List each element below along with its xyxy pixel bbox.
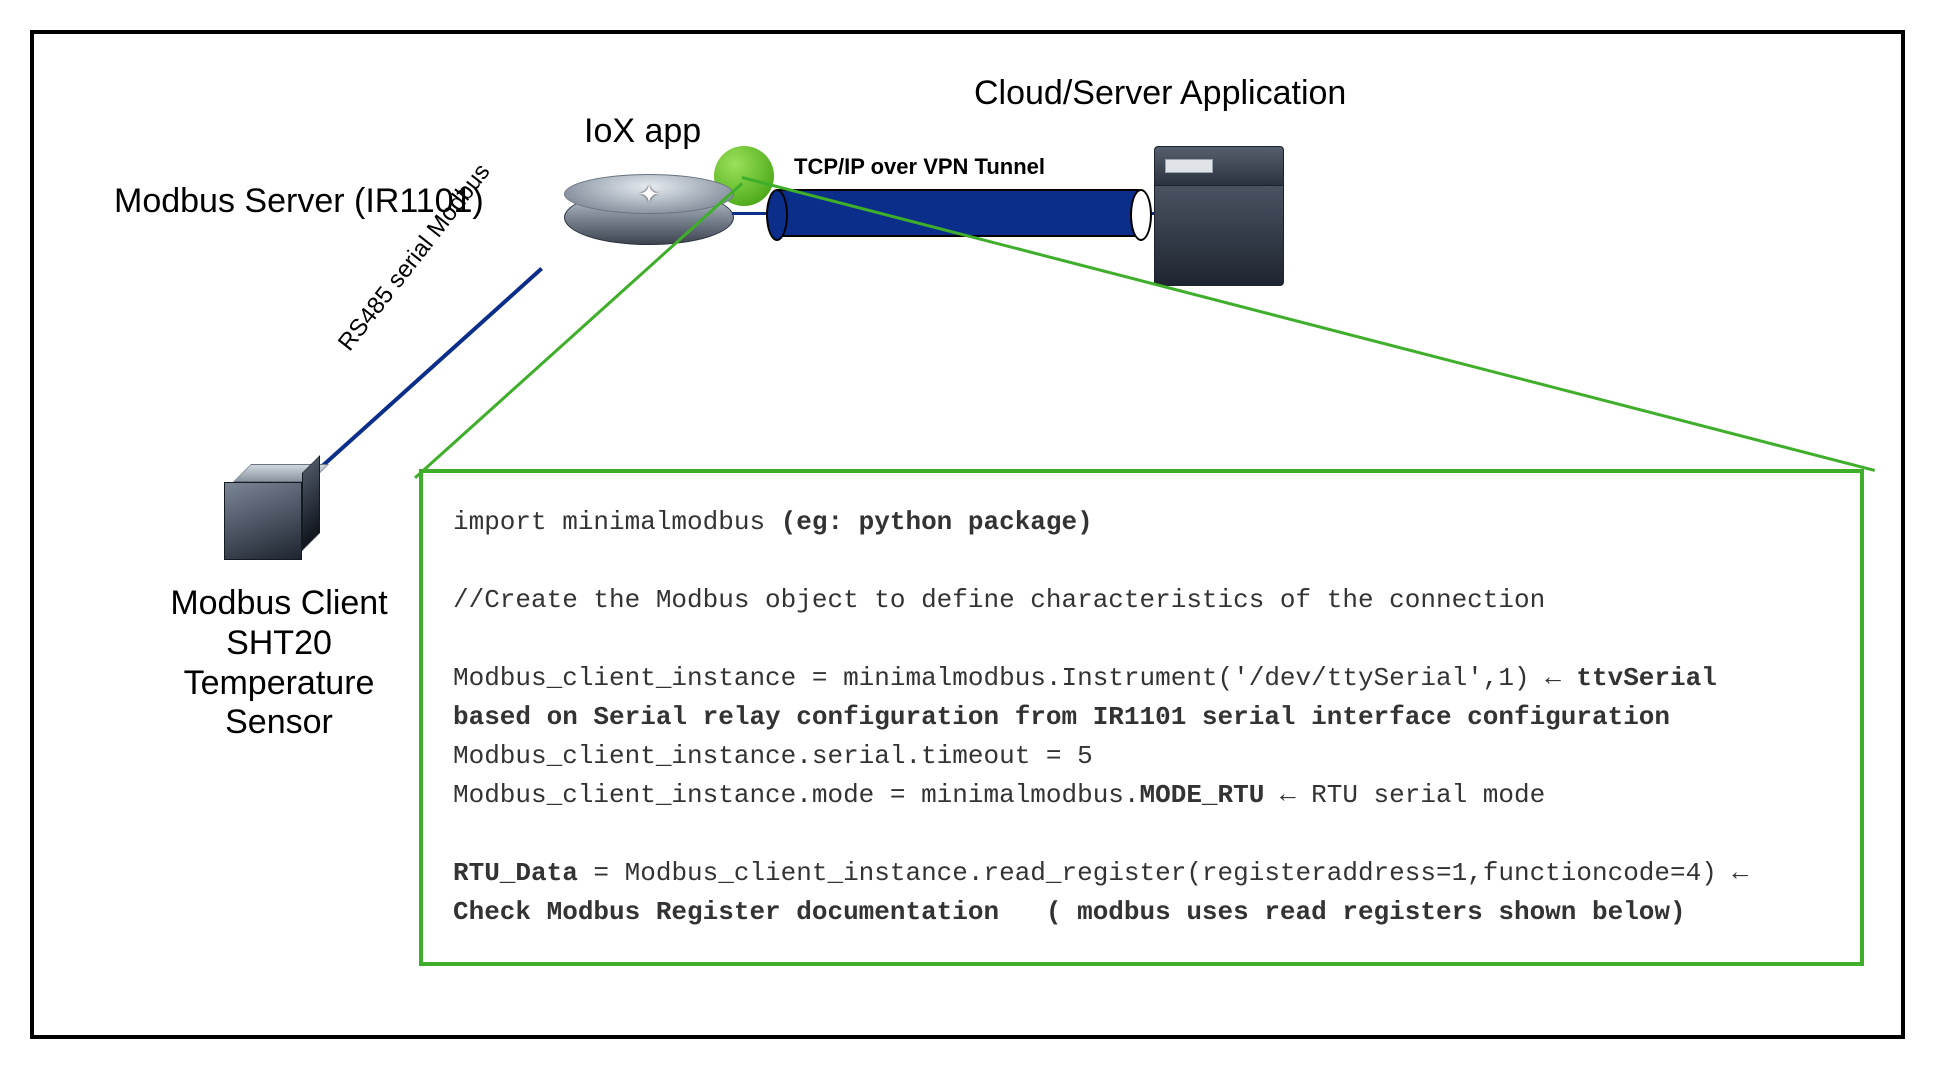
code-bold: RTU_Data <box>453 858 578 888</box>
code-line: Modbus_client_instance.mode = minimalmod… <box>453 780 1140 810</box>
code-line: import minimalmodbus <box>453 507 781 537</box>
sensor-icon <box>224 464 319 559</box>
code-bold: Check Modbus Register documentation ( mo… <box>453 897 1686 927</box>
code-bold: ← ttvSerial <box>1545 663 1717 693</box>
rs485-line <box>288 267 543 497</box>
server-icon <box>1154 146 1284 286</box>
iox-app-label: IoX app <box>584 112 701 151</box>
diagram-frame: Cloud/Server Application IoX app Modbus … <box>30 30 1905 1039</box>
code-line: Modbus_client_instance.serial.timeout = … <box>453 741 1093 771</box>
code-line: ← RTU serial mode <box>1264 780 1545 810</box>
code-bold: ← <box>1732 858 1748 888</box>
callout-line-right <box>742 176 1875 472</box>
tcp-vpn-label: TCP/IP over VPN Tunnel <box>794 154 1045 180</box>
code-bold: (eg: python package) <box>781 507 1093 537</box>
code-snippet-box: import minimalmodbus (eg: python package… <box>419 469 1864 966</box>
code-line: Modbus_client_instance = minimalmodbus.I… <box>453 663 1545 693</box>
vpn-tunnel-icon <box>774 189 1144 237</box>
modbus-client-label-3: Temperature Sensor <box>134 664 424 742</box>
code-line: = Modbus_client_instance.read_register(r… <box>578 858 1733 888</box>
code-bold: based on Serial relay configuration from… <box>453 702 1670 732</box>
modbus-client-label-2: SHT20 <box>134 624 424 663</box>
code-line: //Create the Modbus object to define cha… <box>453 585 1545 615</box>
cloud-server-label: Cloud/Server Application <box>974 74 1346 113</box>
modbus-client-label-1: Modbus Client <box>134 584 424 623</box>
router-icon: ✦ <box>564 174 734 244</box>
code-bold: MODE_RTU <box>1140 780 1265 810</box>
